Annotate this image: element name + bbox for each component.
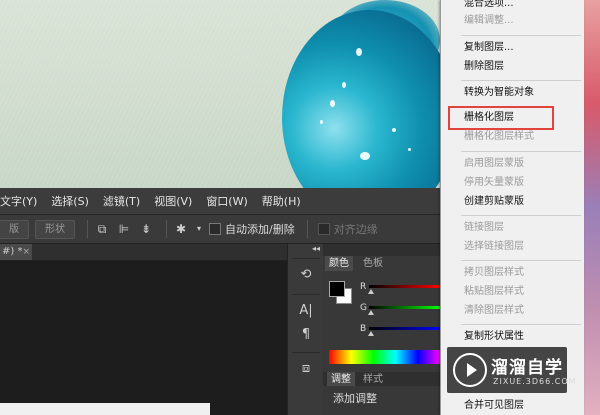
foreground-color-swatch[interactable]	[329, 281, 345, 297]
tab-color[interactable]: 颜色	[325, 256, 353, 271]
watermark-name: 溜溜自学	[491, 358, 563, 378]
path-align-icon[interactable]: ⊫	[116, 221, 132, 237]
document-canvas[interactable]	[0, 261, 287, 415]
chevron-down-icon[interactable]: ▾	[195, 221, 203, 237]
canvas-sparkle	[342, 82, 346, 88]
strip-divider	[292, 294, 320, 295]
paragraph-icon[interactable]: ¶	[296, 326, 316, 344]
red-label: R	[360, 282, 367, 292]
menu-item-create-clipping-mask[interactable]: 创建剪贴蒙版	[441, 193, 584, 211]
add-adjustment-title: 添加调整	[333, 392, 377, 405]
red-slider-knob[interactable]	[368, 289, 374, 294]
menu-filter[interactable]: 滤镜(T)	[103, 193, 146, 209]
align-edges-label: 对齐边缘	[333, 223, 378, 236]
3d-icon[interactable]: ⧈	[296, 360, 316, 378]
green-slider-knob[interactable]	[368, 310, 374, 315]
blue-slider-knob[interactable]	[368, 331, 374, 336]
menu-divider	[461, 80, 581, 81]
menu-view[interactable]: 视图(V)	[154, 193, 198, 209]
gear-icon[interactable]: ✱	[173, 221, 189, 237]
menu-help[interactable]: 帮助(H)	[262, 193, 307, 209]
watermark-url: ZIXUE.3D66.COM	[493, 377, 577, 386]
menu-select[interactable]: 选择(S)	[51, 193, 95, 209]
menu-item-select-linked-layers: 选择链接图层	[464, 241, 524, 252]
red-slider[interactable]	[369, 285, 440, 288]
toolbar-divider	[166, 220, 167, 238]
character-icon[interactable]: A|	[296, 302, 316, 320]
canvas-sparkle	[408, 148, 411, 151]
document-tab[interactable]: #) * ×	[0, 244, 32, 260]
document-tab-bar: #) * ×	[0, 244, 287, 261]
watermark: 溜溜自学 ZIXUE.3D66.COM	[447, 347, 576, 393]
menu-divider	[461, 215, 581, 216]
menu-item-disable-vector-mask: 停用矢量蒙版	[464, 177, 524, 188]
menu-divider	[461, 260, 581, 261]
tab-adjustments[interactable]: 调整	[327, 372, 355, 387]
toolbar-divider	[306, 220, 308, 238]
document-white-region	[0, 403, 210, 415]
adjustments-body: 添加调整	[323, 386, 440, 415]
menu-item-rasterize-layer-style: 栅格化图层样式	[464, 131, 534, 142]
green-slider[interactable]	[369, 306, 440, 309]
auto-add-delete-checkbox[interactable]	[209, 223, 221, 235]
panel-header	[323, 244, 440, 256]
canvas-sparkle	[356, 48, 362, 56]
menu-type[interactable]: 文字(Y)	[0, 193, 43, 209]
collapse-panels-icon[interactable]: ◂◂	[312, 244, 320, 253]
menu-bar: 文字(Y) 选择(S) 滤镜(T) 视图(V) 窗口(W) 帮助(H)	[0, 188, 440, 215]
menu-divider	[461, 35, 581, 36]
green-label: G	[360, 303, 367, 313]
canvas-sparkle	[360, 152, 370, 160]
panel-icon-strip: ◂◂ ⟲ A| ¶ ⧈	[287, 244, 325, 415]
tab-swatches[interactable]: 色板	[359, 256, 387, 271]
menu-item-copy-shape-attributes[interactable]: 复制形状属性	[441, 328, 584, 346]
menu-item-duplicate-layer[interactable]: 复制图层...	[441, 39, 584, 57]
menu-item-convert-smart-object[interactable]: 转换为智能对象	[441, 84, 584, 102]
close-icon[interactable]: ×	[22, 244, 30, 260]
auto-add-delete-label: 自动添加/删除	[225, 223, 295, 236]
adjustments-tab-bar: 调整 样式	[323, 372, 440, 387]
color-spectrum[interactable]	[329, 350, 440, 364]
menu-item-paste-layer-style: 粘贴图层样式	[464, 286, 524, 297]
blue-slider[interactable]	[369, 327, 440, 330]
strip-divider	[292, 352, 320, 353]
history-icon[interactable]: ⟲	[296, 266, 316, 284]
canvas-sparkle	[320, 120, 323, 124]
menu-item-merge-visible[interactable]: 合并可见图层	[441, 397, 584, 415]
menu-item-clear-layer-style: 清除图层样式	[464, 305, 524, 316]
menu-item-copy-layer-style: 拷贝图层样式	[464, 267, 524, 278]
menu-divider	[461, 324, 581, 325]
toolbar-divider	[87, 220, 88, 238]
menu-window[interactable]: 窗口(W)	[206, 193, 253, 209]
tab-styles[interactable]: 样式	[359, 372, 387, 387]
canvas-sparkle	[330, 100, 335, 107]
mask-button[interactable]: 版	[0, 219, 29, 239]
document-tab-label: #) *	[2, 246, 23, 257]
path-ops-icon[interactable]: ⧉	[94, 221, 110, 237]
strip-divider	[292, 258, 320, 259]
menu-item-link-layers: 链接图层	[464, 222, 504, 233]
menu-item-edit-adjustment: 编辑调整...	[464, 15, 514, 26]
canvas-sparkle	[392, 128, 396, 132]
align-edges-checkbox[interactable]	[317, 223, 330, 235]
menu-item-delete-layer[interactable]: 删除图层	[441, 58, 584, 76]
blue-label: B	[360, 324, 367, 334]
color-panel: 颜色 色板 R G B 调整 样式 添加调整	[323, 244, 440, 415]
play-icon	[453, 353, 487, 387]
menu-divider	[461, 151, 581, 152]
shape-button[interactable]: 形状	[35, 219, 75, 239]
menu-item-rasterize-layer[interactable]: 栅格化图层	[441, 109, 584, 127]
options-bar: 版 形状 ⧉ ⊫ ⇟ ✱ ▾ 自动添加/删除 对齐边缘	[0, 215, 440, 244]
path-arrange-icon[interactable]: ⇟	[138, 221, 154, 237]
menu-item-enable-layer-mask: 启用图层蒙版	[464, 158, 524, 169]
